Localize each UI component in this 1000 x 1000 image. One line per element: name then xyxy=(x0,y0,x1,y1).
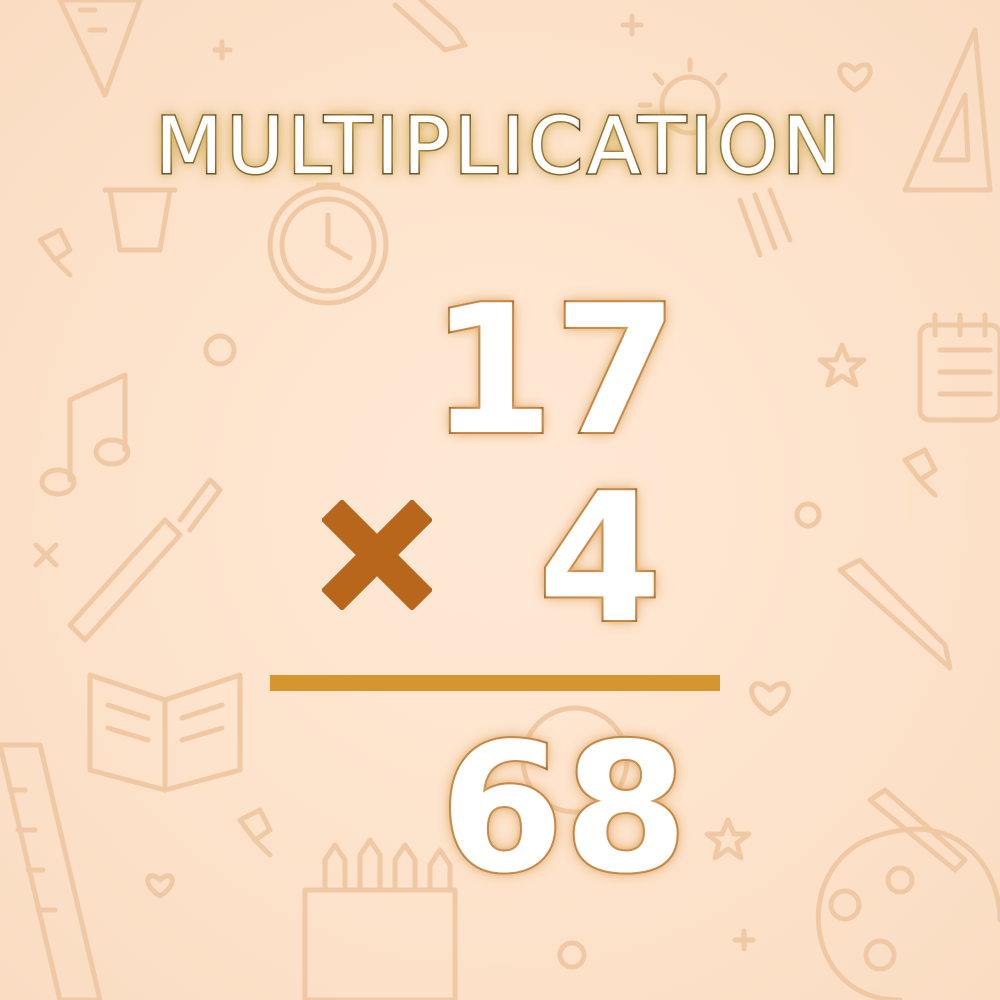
product: 68 xyxy=(438,705,690,912)
multiplier: 4 xyxy=(536,455,664,662)
multiplication-sign-icon xyxy=(322,500,432,610)
ruler-icon xyxy=(0,742,103,1000)
triangle-ruler-icon xyxy=(57,0,143,98)
multiplicand: 17 xyxy=(428,267,680,474)
open-book-icon xyxy=(87,672,243,793)
page-title: MULTIPLICATION xyxy=(154,102,845,192)
clock-icon xyxy=(267,182,389,306)
worksheet-canvas: MULTIPLICATION 17 4 68 xyxy=(0,0,1000,1000)
music-note-icon xyxy=(39,372,131,497)
pencil-icon xyxy=(392,0,468,53)
equals-rule xyxy=(270,675,720,691)
paint-brush-icon xyxy=(67,477,223,643)
star-icon xyxy=(704,342,867,861)
pencil-icon xyxy=(837,557,953,671)
paint-palette-icon xyxy=(815,787,1000,1000)
notepad-icon xyxy=(917,312,1000,423)
crayon-box-icon xyxy=(302,837,458,1000)
cup-icon xyxy=(102,187,178,253)
